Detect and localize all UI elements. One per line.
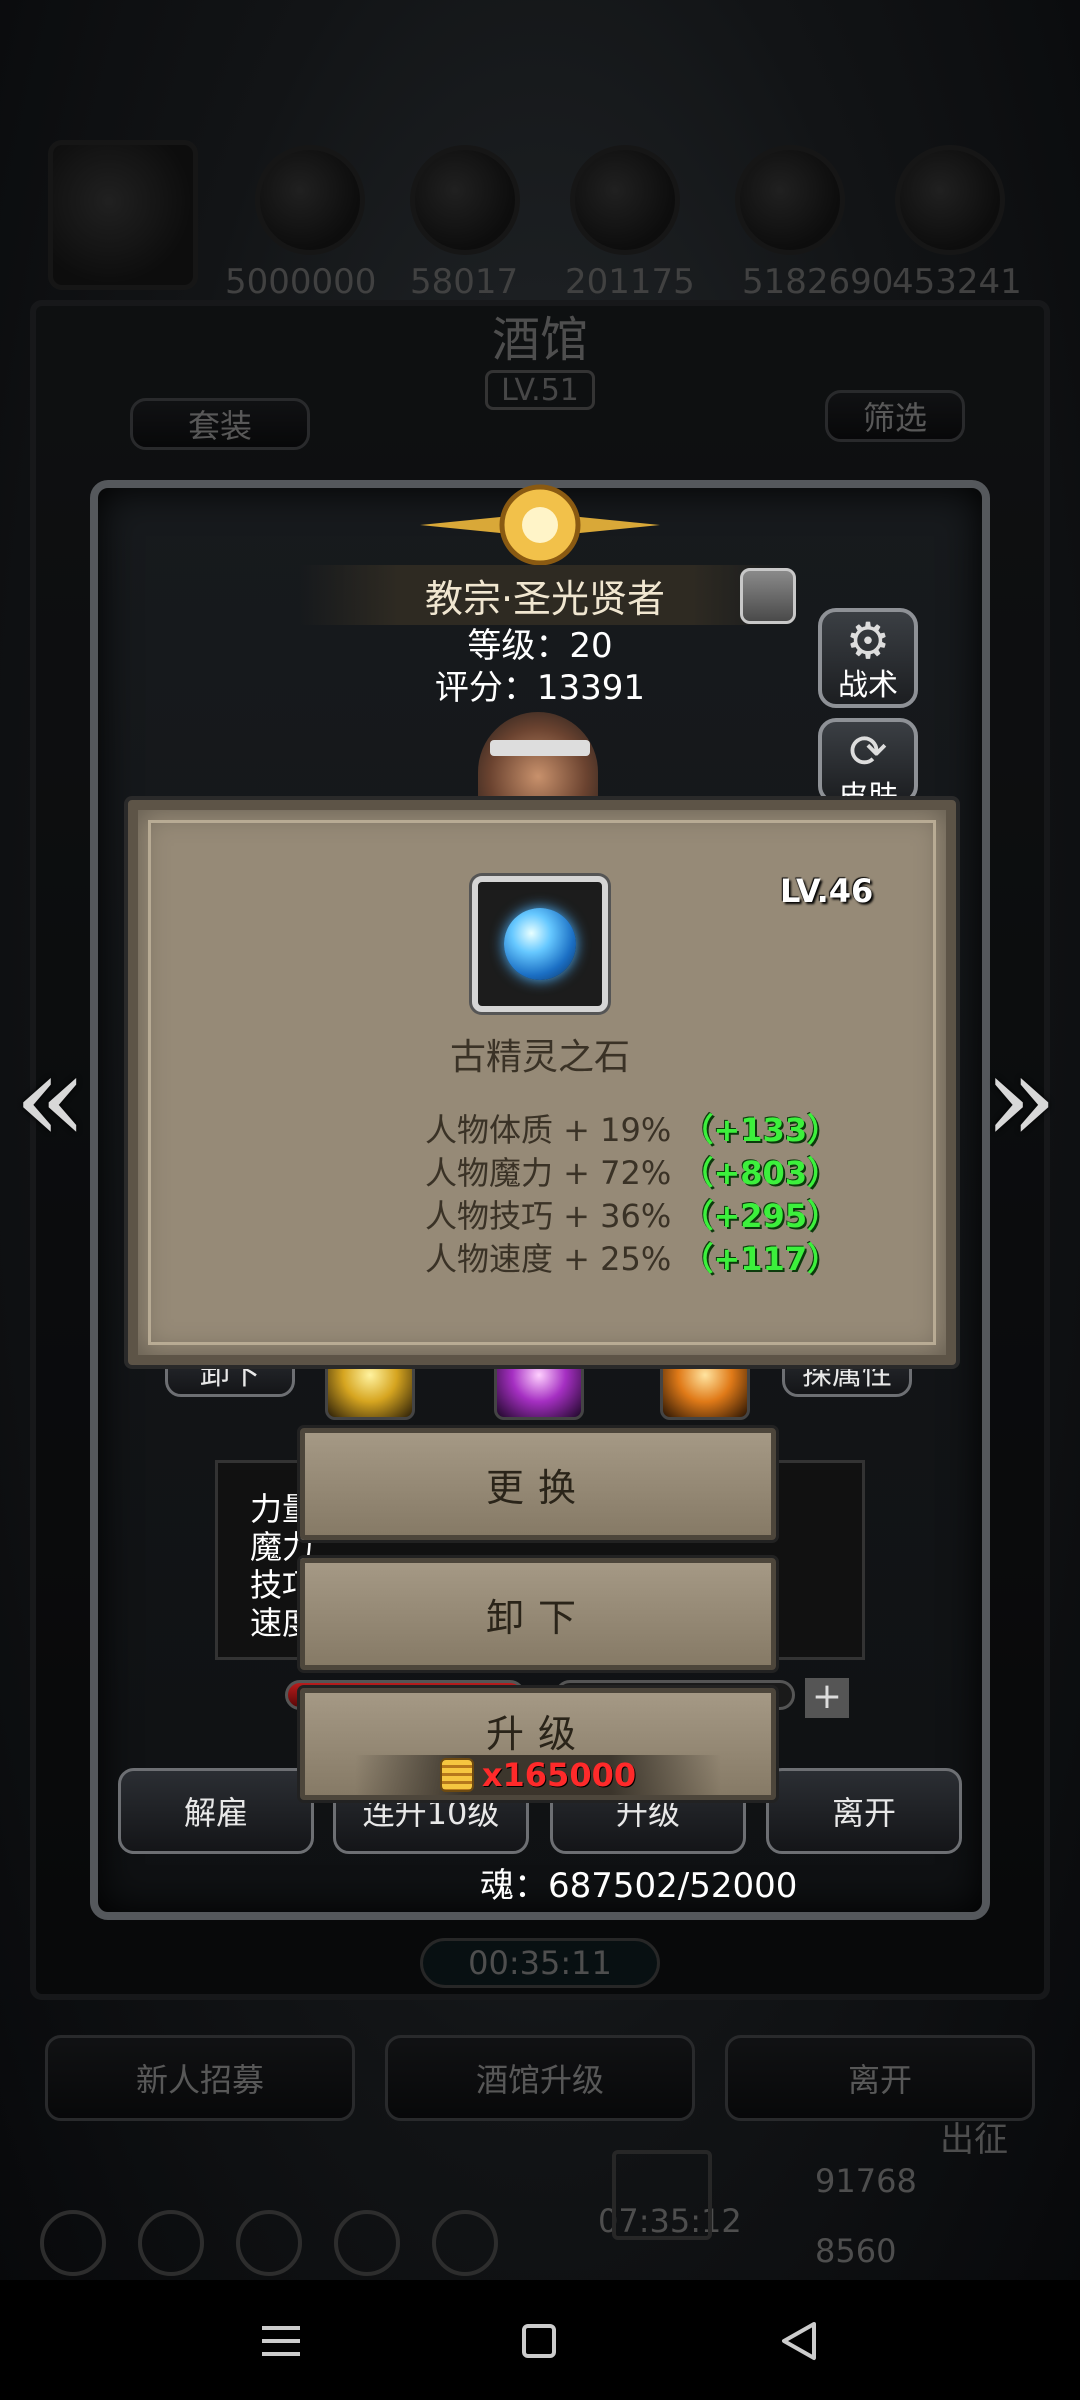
soul-counter: 魂：687502/52000: [480, 1866, 798, 1906]
chevron-left-double-icon: «: [14, 1030, 88, 1169]
resource-icon-4: [735, 145, 845, 255]
suit-button[interactable]: 套装: [130, 398, 310, 450]
upgrade-cost-value: x165000: [481, 1756, 637, 1794]
hero-headband: [490, 740, 590, 756]
tavern-level: LV.51: [485, 370, 595, 410]
leave-hero-button[interactable]: 离开: [766, 1768, 962, 1854]
item-stat-bonus: （+803）: [681, 1154, 840, 1192]
hero-name: 教宗·圣光贤者: [300, 565, 790, 625]
item-stat-bonus: （+117）: [681, 1240, 840, 1278]
gold-value: 91768: [815, 2162, 917, 2200]
player-avatar[interactable]: [48, 140, 198, 290]
menu-icon-2[interactable]: [138, 2210, 204, 2276]
gift-icon[interactable]: [612, 2150, 712, 2240]
panel-ornament-icon: [420, 484, 660, 566]
item-stat-text: 人物技巧 + 36%: [425, 1197, 672, 1235]
item-level: LV.46: [780, 872, 874, 910]
hero-score: 评分：13391: [434, 668, 646, 708]
tavern-upgrade-button[interactable]: 酒馆升级: [385, 2035, 695, 2121]
menu-icon-4[interactable]: [334, 2210, 400, 2276]
tactics-label: 战术: [838, 668, 898, 703]
resource-value-5: 453241: [892, 262, 1022, 302]
tavern-title: 酒馆: [491, 312, 588, 368]
item-stat-text: 人物体质 + 19%: [425, 1111, 672, 1149]
item-stat-row: 人物体质 + 19% （+133）: [425, 1105, 839, 1151]
unequip-button[interactable]: 卸下: [300, 1558, 776, 1670]
tavern-leave-button[interactable]: 离开: [725, 2035, 1035, 2121]
filter-button[interactable]: 筛选: [825, 390, 965, 442]
upgrade-label: 升级: [485, 1712, 590, 1756]
chevron-right-double-icon: »: [984, 1030, 1058, 1169]
item-stat-row: 人物技巧 + 36% （+295）: [425, 1191, 839, 1237]
recruit-button[interactable]: 新人招募: [45, 2035, 355, 2121]
item-stat-row: 人物魔力 + 72% （+803）: [425, 1148, 839, 1194]
resource-value-1: 5000000: [225, 262, 377, 302]
menu-icon-3[interactable]: [236, 2210, 302, 2276]
recent-apps-icon[interactable]: [262, 2326, 300, 2356]
item-stat-row: 人物速度 + 25% （+117）: [425, 1234, 839, 1280]
item-icon-frame: [472, 876, 608, 1012]
resource-value-3: 201175: [565, 262, 695, 302]
menu-icon-5[interactable]: [432, 2210, 498, 2276]
resource-icon-1: [255, 145, 365, 255]
item-stat-text: 人物魔力 + 72%: [425, 1154, 672, 1192]
replace-button[interactable]: 更换: [300, 1428, 776, 1540]
resource-value-2: 58017: [410, 262, 519, 302]
system-nav-bar: [0, 2280, 1080, 2400]
skin-button[interactable]: ⟳ 皮肤: [818, 718, 918, 804]
back-icon[interactable]: [778, 2320, 818, 2362]
dispatch-label[interactable]: 出征: [940, 2112, 1008, 2161]
upgrade-item-button[interactable]: 升级 x165000: [300, 1688, 776, 1800]
resource-icon-3: [570, 145, 680, 255]
home-icon[interactable]: [522, 2324, 556, 2358]
resource-icon-2: [410, 145, 520, 255]
elf-stone-icon: [504, 908, 576, 980]
item-stat-bonus: （+295）: [681, 1197, 840, 1235]
next-hero-arrow[interactable]: »: [984, 1030, 1057, 1169]
item-name: 古精灵之石: [449, 1037, 630, 1078]
tactics-button[interactable]: ⚙ 战术: [818, 608, 918, 708]
menu-icon-1[interactable]: [40, 2210, 106, 2276]
prev-hero-arrow[interactable]: «: [14, 1030, 87, 1169]
upgrade-cost: x165000: [355, 1755, 721, 1795]
edit-name-icon[interactable]: [740, 568, 796, 624]
gold-coin-icon: [439, 1758, 474, 1792]
item-stat-bonus: （+133）: [681, 1111, 840, 1149]
gem-value: 8560: [815, 2232, 897, 2270]
resource-icon-5: [895, 145, 1005, 255]
dismiss-button[interactable]: 解雇: [118, 1768, 314, 1854]
item-stat-text: 人物速度 + 25%: [425, 1240, 672, 1278]
resource-value-4: 5182690: [742, 262, 894, 302]
plus-icon[interactable]: +: [805, 1678, 849, 1718]
tavern-timer: 00:35:11: [420, 1938, 660, 1988]
